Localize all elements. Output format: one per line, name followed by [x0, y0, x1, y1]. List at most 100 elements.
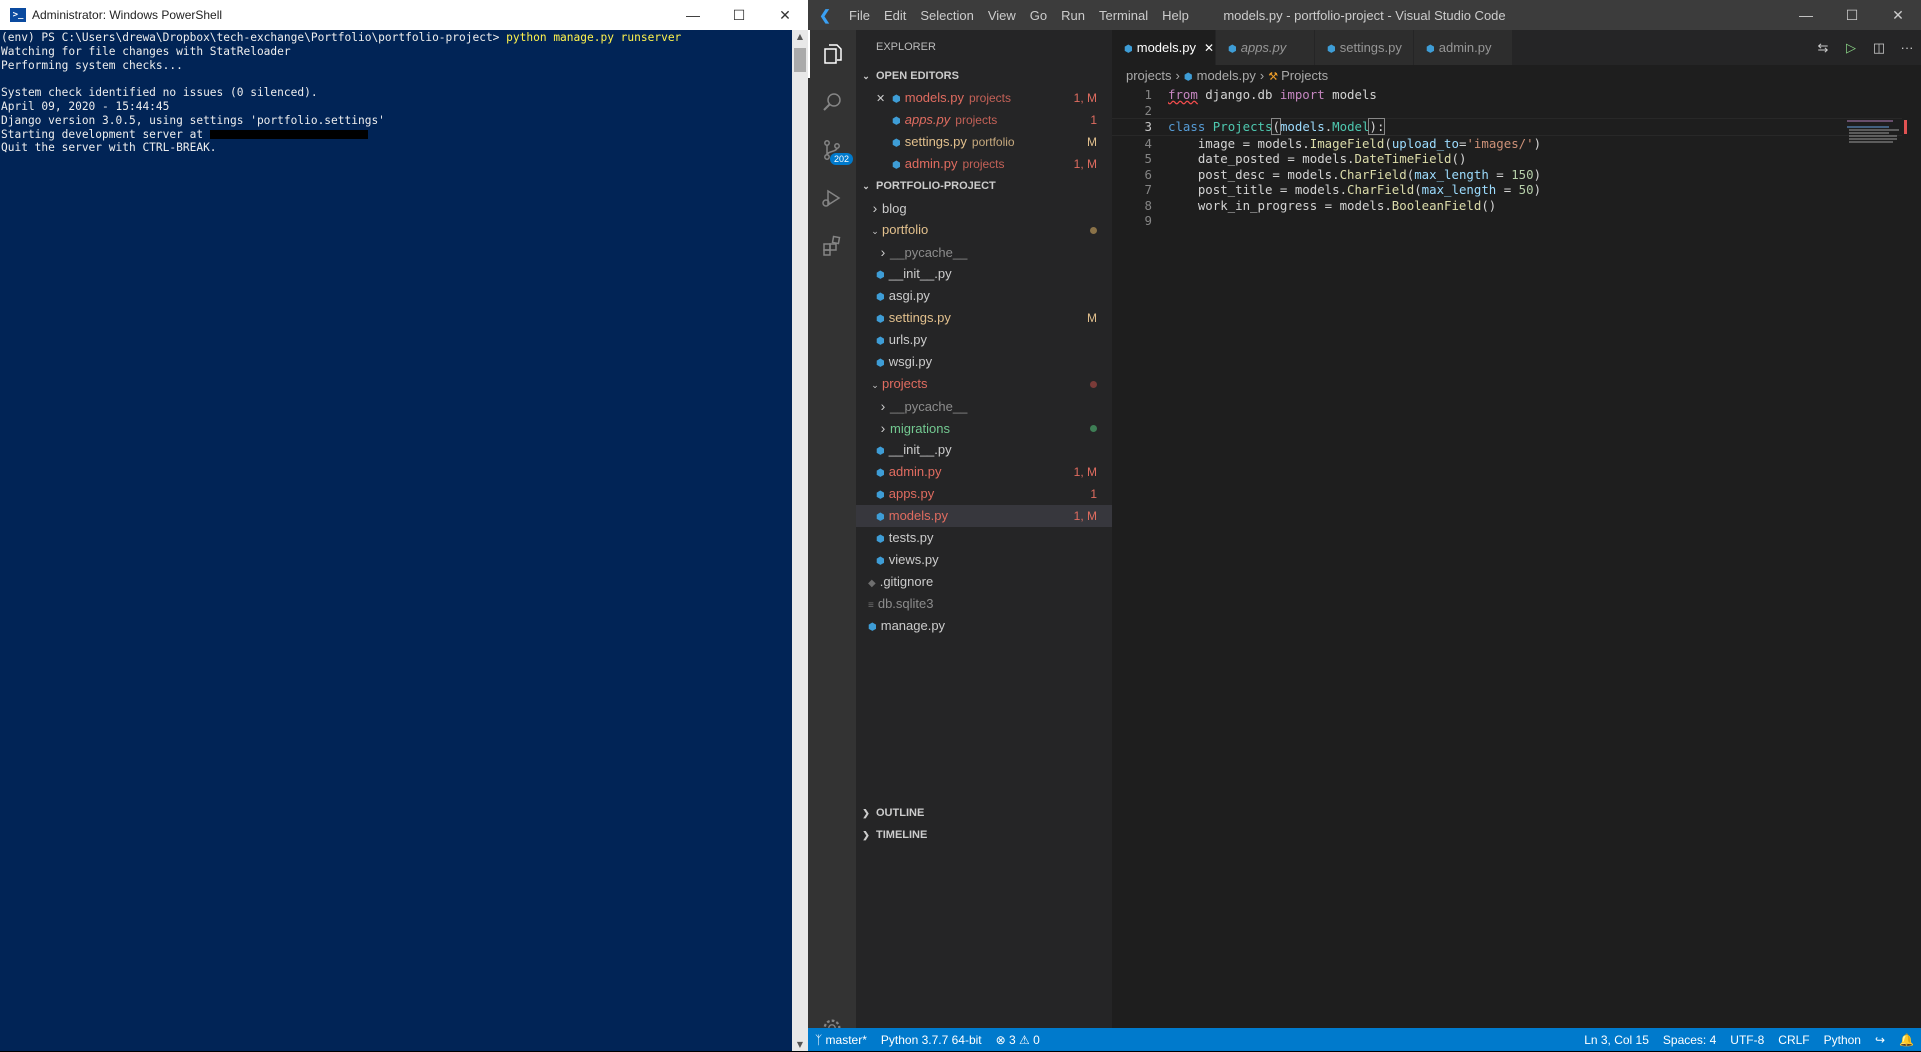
- modified-dot: [1090, 373, 1097, 395]
- powershell-console[interactable]: (env) PS C:\Users\drewa\Dropbox\tech-exc…: [1, 31, 791, 1051]
- minimap[interactable]: [1847, 120, 1907, 150]
- outline-header[interactable]: ❯ OUTLINE: [856, 802, 1112, 824]
- scroll-thumb[interactable]: [794, 48, 806, 72]
- minimize-button[interactable]: —: [670, 0, 716, 30]
- indentation[interactable]: Spaces: 4: [1656, 1033, 1723, 1047]
- menu-view[interactable]: View: [981, 8, 1023, 23]
- line-endings[interactable]: CRLF: [1771, 1033, 1816, 1047]
- chevron-right-icon: ›: [1175, 68, 1180, 83]
- code-token: import: [1279, 87, 1325, 102]
- explorer-icon[interactable]: [808, 30, 856, 78]
- tree-file[interactable]: ≡ db.sqlite3: [856, 593, 1112, 615]
- code-token: (: [1414, 182, 1422, 197]
- tree-file[interactable]: ⬢ wsgi.py: [856, 351, 1112, 373]
- tab-admin[interactable]: ⬢ admin.py: [1414, 30, 1513, 65]
- chevron-right-icon: ❯: [862, 808, 870, 818]
- scroll-down-icon[interactable]: ▼: [792, 1040, 808, 1049]
- source-control-icon[interactable]: 202: [808, 126, 856, 174]
- split-editor-icon[interactable]: ◫: [1865, 40, 1893, 56]
- tree-file[interactable]: ⬢ __init__.py: [856, 263, 1112, 285]
- tree-file[interactable]: ⬢ apps.py 1: [856, 483, 1112, 505]
- menu-edit[interactable]: Edit: [877, 8, 913, 23]
- tab-apps[interactable]: ⬢ apps.py: [1216, 30, 1315, 65]
- code-editor[interactable]: 1 from django.db import models 2 3 class Pro…: [1112, 87, 1902, 229]
- powershell-icon: >_: [10, 8, 26, 22]
- run-file-icon[interactable]: ▷: [1837, 40, 1865, 56]
- menu-selection[interactable]: Selection: [913, 8, 980, 23]
- tree-file[interactable]: ⬢ __init__.py: [856, 439, 1112, 461]
- maximize-button[interactable]: ☐: [1829, 0, 1875, 30]
- git-status: 1: [1090, 113, 1097, 127]
- search-icon[interactable]: [808, 78, 856, 126]
- modified-dot: [1090, 417, 1097, 439]
- python-interpreter[interactable]: Python 3.7.7 64-bit: [874, 1033, 989, 1047]
- scroll-up-icon[interactable]: ▲: [792, 32, 808, 41]
- tab-settings[interactable]: ⬢ settings.py: [1315, 30, 1414, 65]
- close-icon[interactable]: ✕: [876, 88, 892, 110]
- code-token: =: [1488, 166, 1512, 182]
- python-file-icon: ⬢: [876, 534, 885, 545]
- breadcrumb-item[interactable]: projects: [1126, 68, 1172, 83]
- open-editor-item[interactable]: ⬢ settings.py portfolio M: [856, 131, 1112, 153]
- code-line: 2: [1112, 103, 1902, 119]
- console-prompt: (env) PS C:\Users\drewa\Dropbox\tech-exc…: [1, 31, 507, 44]
- powershell-titlebar[interactable]: >_ Administrator: Windows PowerShell — ☐…: [0, 0, 808, 30]
- open-editor-name: apps.py: [904, 112, 951, 127]
- project-header[interactable]: ⌄ PORTFOLIO-PROJECT: [856, 175, 1112, 197]
- cursor-position[interactable]: Ln 3, Col 15: [1577, 1033, 1656, 1047]
- more-actions-icon[interactable]: ···: [1893, 40, 1921, 55]
- language-mode[interactable]: Python: [1817, 1033, 1868, 1047]
- notifications-icon[interactable]: 🔔: [1892, 1033, 1921, 1047]
- close-icon[interactable]: ✕: [1204, 41, 1214, 55]
- tree-item-name: urls.py: [888, 332, 928, 347]
- tree-folder[interactable]: › migrations: [856, 417, 1112, 439]
- tree-file[interactable]: ⬢ models.py 1, M: [856, 505, 1112, 527]
- timeline-header[interactable]: ❯ TIMELINE: [856, 824, 1112, 846]
- minimize-button[interactable]: —: [1783, 0, 1829, 30]
- open-editor-item[interactable]: ⬢ admin.py projects 1, M: [856, 153, 1112, 175]
- menu-file[interactable]: File: [842, 8, 877, 23]
- breadcrumb-item[interactable]: models.py: [1197, 68, 1256, 83]
- tree-file[interactable]: ⬢ views.py: [856, 549, 1112, 571]
- line-number: 3: [1144, 119, 1152, 134]
- run-debug-icon[interactable]: [808, 174, 856, 222]
- powershell-scrollbar[interactable]: ▲ ▼: [792, 30, 808, 1051]
- tree-file[interactable]: ⬢ manage.py: [856, 615, 1112, 637]
- live-share-icon[interactable]: ↪: [1868, 1033, 1892, 1047]
- vscode-logo-icon: ❮: [819, 6, 831, 23]
- menu-go[interactable]: Go: [1023, 8, 1054, 23]
- maximize-button[interactable]: ☐: [716, 0, 762, 30]
- menu-run[interactable]: Run: [1054, 8, 1092, 23]
- vscode-titlebar[interactable]: ❮ File Edit Selection View Go Run Terminal Help…: [808, 0, 1921, 30]
- tree-file[interactable]: ◆ .gitignore: [856, 571, 1112, 593]
- tree-file[interactable]: ⬢ admin.py 1, M: [856, 461, 1112, 483]
- tree-file[interactable]: ⬢ asgi.py: [856, 285, 1112, 307]
- tab-models[interactable]: ⬢ models.py ✕: [1112, 30, 1216, 65]
- open-editor-item[interactable]: ⬢ apps.py projects 1: [856, 109, 1112, 131]
- problems-indicator[interactable]: ⊗ 3 ⚠ 0: [989, 1033, 1047, 1047]
- line-content: class Projects(models.Model):: [1168, 118, 1386, 135]
- tree-item-name: db.sqlite3: [877, 596, 934, 611]
- tree-file[interactable]: ⬢ tests.py: [856, 527, 1112, 549]
- tree-file[interactable]: ⬢ settings.py M: [856, 307, 1112, 329]
- breadcrumb-item[interactable]: Projects: [1281, 68, 1328, 83]
- open-changes-icon[interactable]: ⇆: [1809, 40, 1837, 56]
- open-editor-item[interactable]: ✕ ⬢ models.py projects 1, M: [856, 87, 1112, 109]
- tree-folder[interactable]: › __pycache__: [856, 241, 1112, 263]
- tree-folder[interactable]: › __pycache__: [856, 395, 1112, 417]
- encoding[interactable]: UTF-8: [1723, 1033, 1771, 1047]
- open-editors-header[interactable]: ⌄ OPEN EDITORS: [856, 65, 1112, 87]
- extensions-icon[interactable]: [808, 222, 856, 270]
- menu-help[interactable]: Help: [1155, 8, 1196, 23]
- tree-file[interactable]: ⬢ urls.py: [856, 329, 1112, 351]
- tree-folder[interactable]: ⌄ projects: [856, 373, 1112, 395]
- tree-folder[interactable]: › blog: [856, 197, 1112, 219]
- close-button[interactable]: ✕: [1875, 0, 1921, 30]
- tree-item-name: migrations: [890, 421, 950, 436]
- menu-terminal[interactable]: Terminal: [1092, 8, 1155, 23]
- close-button[interactable]: ✕: [762, 0, 808, 30]
- branch-indicator[interactable]: ᛉ master*: [808, 1033, 874, 1047]
- code-token: models: [1324, 87, 1377, 102]
- tree-folder[interactable]: ⌄ portfolio: [856, 219, 1112, 241]
